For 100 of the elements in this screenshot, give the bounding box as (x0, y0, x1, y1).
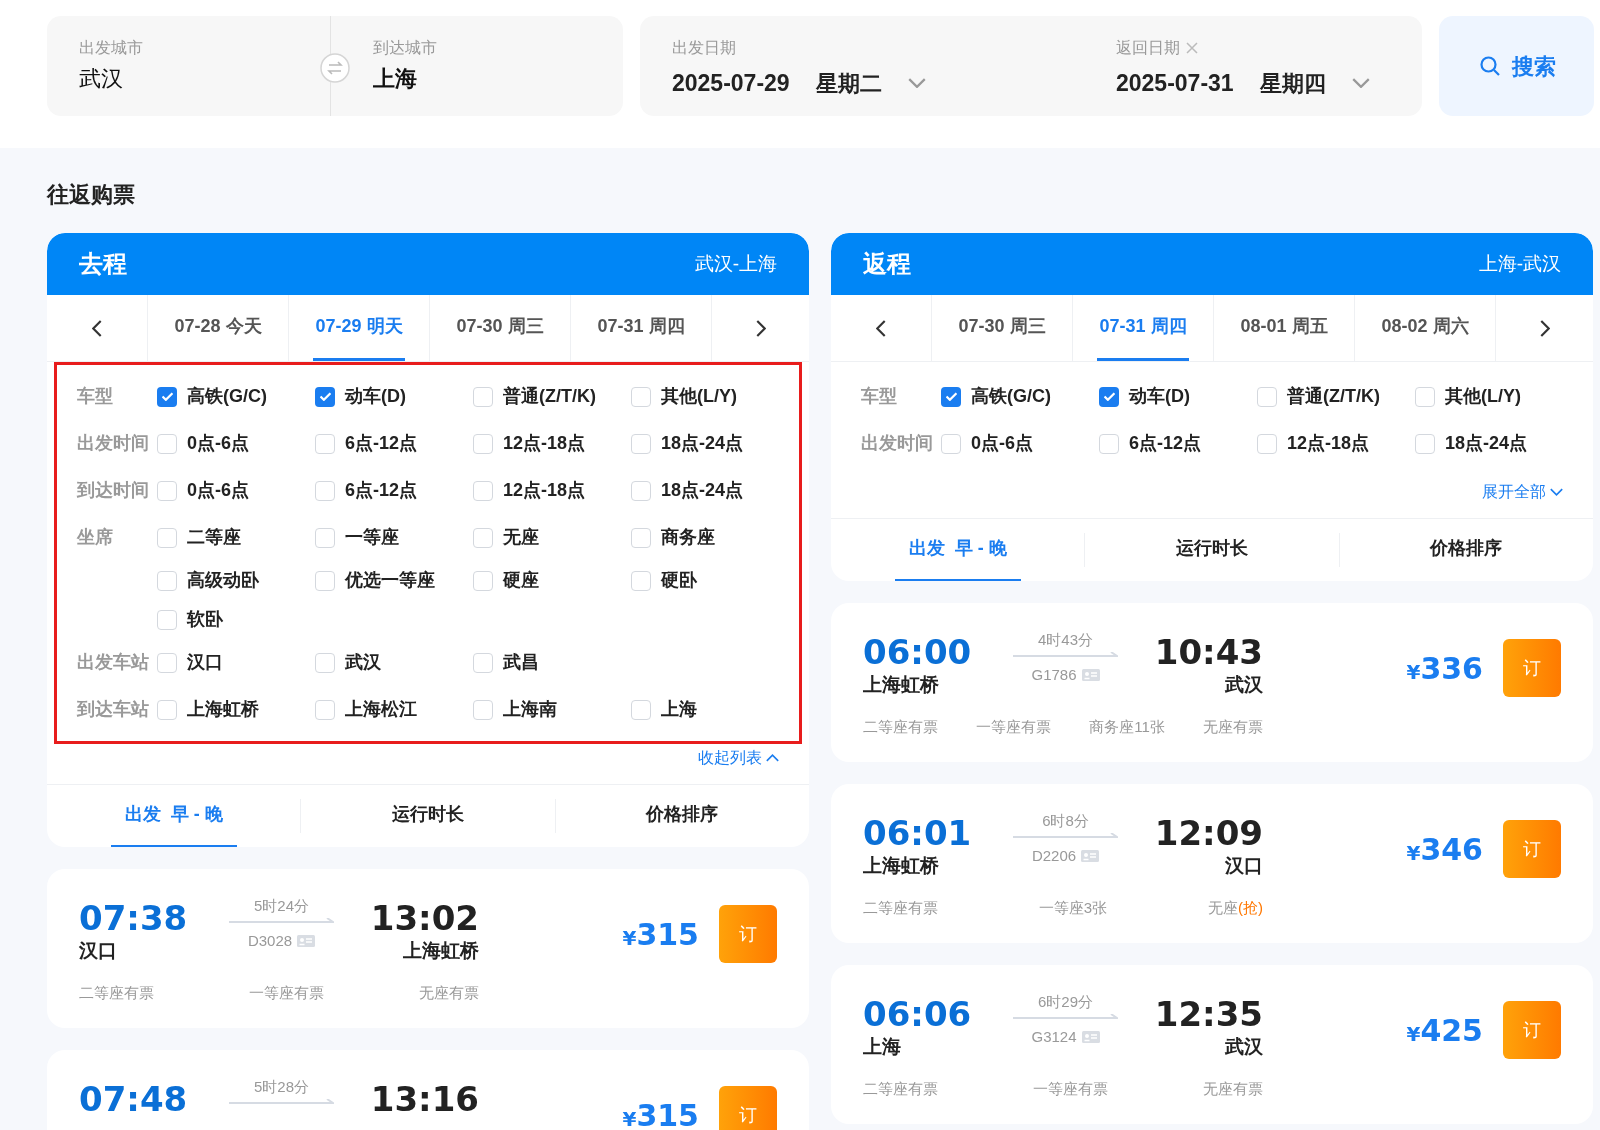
date-tab[interactable]: 08-02 周六 (1379, 295, 1471, 361)
seat-availability: 一等座3张 (1038, 897, 1108, 918)
option-label: 6点-12点 (345, 479, 418, 502)
option-label: 0点-6点 (187, 479, 249, 502)
checkbox[interactable] (473, 527, 493, 548)
checkbox[interactable] (473, 570, 493, 591)
id-card-icon (1081, 849, 1100, 862)
arrival-city-field[interactable]: 到达城市 上海 (330, 16, 623, 116)
checkbox[interactable] (1257, 386, 1277, 407)
sort-tab[interactable]: 出发 早 - 晚 (894, 518, 1021, 581)
route-label: 武汉-上海 (694, 251, 777, 276)
departure-time: 06:00 (863, 633, 973, 671)
departure-station: 上海虹桥 (863, 673, 940, 697)
departure-date-field[interactable]: 出发日期 2025-07-29 星期二 (672, 36, 1116, 116)
option-label: 6点-12点 (1129, 432, 1202, 455)
price: ¥425 (1406, 1011, 1483, 1050)
checkbox[interactable] (157, 386, 177, 407)
train-card[interactable]: 06:00 上海虹桥 4时43分 G1786 10:43 武汉 ¥336 订 二等座有票 一等座有票 商务座11张 无座有票 (831, 603, 1593, 762)
previous-icon (876, 319, 886, 337)
next-icon (755, 319, 766, 337)
checkbox[interactable] (315, 570, 335, 591)
checkbox[interactable] (631, 480, 651, 501)
checkbox[interactable] (631, 699, 651, 720)
check-icon (319, 392, 331, 401)
checkbox[interactable] (315, 386, 335, 407)
checkbox[interactable] (157, 570, 177, 591)
duration: 6时8分 (1042, 811, 1089, 831)
checkbox[interactable] (157, 433, 177, 454)
departure-station: 上海 (863, 1035, 902, 1059)
filter-label: 坐席 (75, 526, 114, 549)
panel-title: 去程 (79, 249, 127, 279)
train-card[interactable]: 07:38 汉口 5时24分 D3028 13:02 上海虹桥 ¥315 订 二等座有票 一等座有票 无座有票 (47, 869, 809, 1028)
date-tab[interactable]: 07-29 明天 (313, 295, 405, 361)
toggle-link[interactable]: 展开全部 (1482, 480, 1563, 504)
checkbox[interactable] (1099, 386, 1119, 407)
checkbox[interactable] (473, 699, 493, 720)
checkbox[interactable] (473, 652, 493, 673)
checkbox[interactable] (1257, 433, 1277, 454)
checkbox[interactable] (315, 527, 335, 548)
option-label: 高铁(G/C) (971, 385, 1051, 408)
sort-tab[interactable]: 运行时长 (1162, 518, 1262, 581)
sort-tab[interactable]: 运行时长 (378, 784, 478, 847)
train-card[interactable]: 07:48 5时28分 13:16 ¥315 订 (47, 1050, 809, 1130)
search-button[interactable]: 搜索 (1439, 16, 1594, 116)
arrival-station: 上海虹桥 (403, 939, 479, 963)
checkbox[interactable] (631, 433, 651, 454)
train-card[interactable]: 06:01 上海虹桥 6时8分 D2206 12:09 汉口 ¥346 订 二等座有票 一等座3张 无座(抢) (831, 784, 1593, 943)
price: ¥315 (622, 915, 699, 954)
close-icon[interactable] (1184, 40, 1200, 56)
checkbox[interactable] (157, 699, 177, 720)
train-card[interactable]: 06:06 上海 6时29分 G3124 12:35 武汉 ¥425 订 二等座有票 一等座有票 无座有票 (831, 965, 1593, 1124)
checkbox[interactable] (473, 386, 493, 407)
checkbox[interactable] (631, 527, 651, 548)
checkbox[interactable] (941, 433, 961, 454)
departure-station: 汉口 (79, 939, 118, 963)
checkbox[interactable] (631, 386, 651, 407)
route-label: 上海-武汉 (1478, 251, 1561, 276)
dropdown-icon (1351, 78, 1370, 89)
option-label: 普通(Z/T/K) (503, 385, 596, 408)
price: ¥346 (1406, 830, 1483, 869)
checkbox[interactable] (157, 652, 177, 673)
sort-tab[interactable]: 价格排序 (632, 784, 733, 847)
checkbox[interactable] (473, 433, 493, 454)
checkbox[interactable] (315, 652, 335, 673)
swap-icon[interactable] (319, 52, 351, 84)
checkbox[interactable] (157, 480, 177, 501)
arrival-time: 12:09 (1154, 814, 1263, 852)
checkbox[interactable] (1415, 386, 1435, 407)
train-number: G3124 (1031, 1026, 1077, 1047)
option-label: 优选一等座 (345, 569, 435, 592)
date-tab[interactable]: 08-01 周五 (1238, 295, 1330, 361)
checkbox[interactable] (157, 609, 177, 630)
date-tab[interactable]: 07-30 周三 (454, 295, 546, 361)
checkbox[interactable] (941, 386, 961, 407)
checkbox[interactable] (631, 570, 651, 591)
checkbox[interactable] (1099, 433, 1119, 454)
id-card-icon (1081, 1030, 1100, 1043)
option-label: 上海松江 (345, 698, 417, 721)
sort-tab[interactable]: 价格排序 (1416, 518, 1517, 581)
date-tab[interactable]: 07-31 周四 (1097, 295, 1189, 361)
train-number: D3028 (247, 930, 293, 951)
option-label: 上海南 (503, 698, 557, 721)
seat-availability: 一等座有票 (1033, 1078, 1108, 1099)
checkbox[interactable] (315, 699, 335, 720)
date-tab[interactable]: 07-31 周四 (595, 295, 687, 361)
checkbox[interactable] (473, 480, 493, 501)
seat-availability: 二等座有票 (79, 982, 154, 1003)
date-value: 2025-07-31 (1116, 69, 1234, 98)
date-tab[interactable]: 07-28 今天 (172, 295, 264, 361)
checkbox[interactable] (315, 480, 335, 501)
toggle-link[interactable]: 收起列表 (698, 746, 779, 770)
sort-tab[interactable]: 出发 早 - 晚 (110, 784, 237, 847)
option-label: 6点-12点 (345, 432, 418, 455)
checkbox[interactable] (315, 433, 335, 454)
checkbox[interactable] (157, 527, 177, 548)
price: ¥336 (1406, 649, 1483, 688)
duration: 6时29分 (1038, 992, 1093, 1012)
date-tab[interactable]: 07-30 周三 (956, 295, 1048, 361)
checkbox[interactable] (1415, 433, 1435, 454)
return-date-field[interactable]: 返回日期 2025-07-31 星期四 (1116, 36, 1406, 116)
